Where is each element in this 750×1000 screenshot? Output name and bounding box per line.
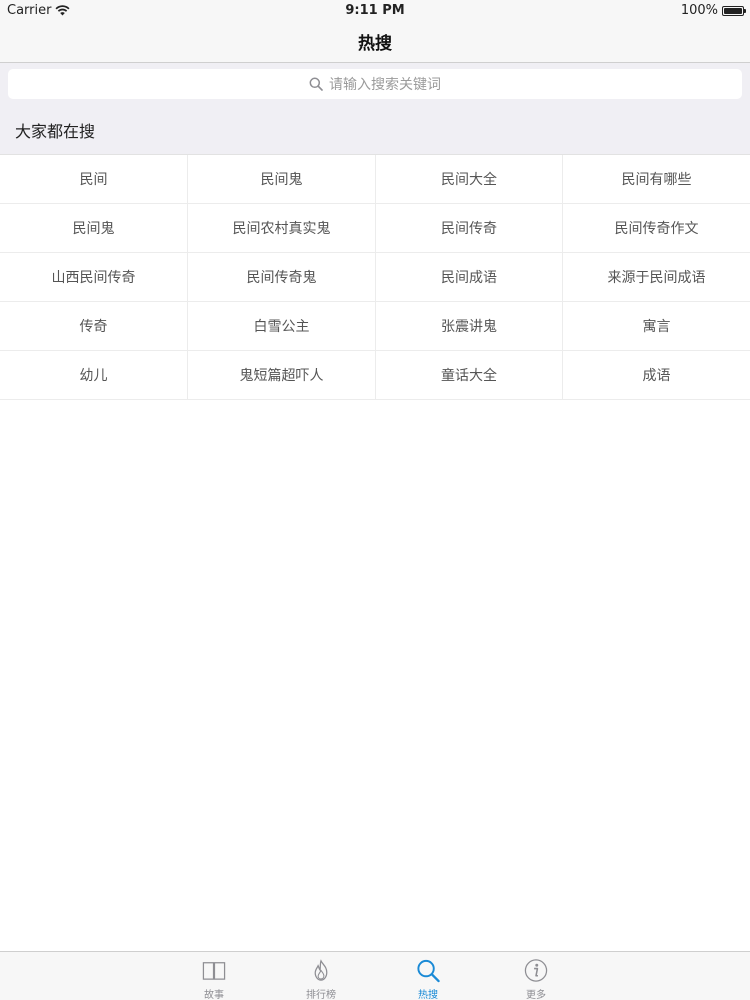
keyword-cell[interactable]: 鬼短篇超吓人 xyxy=(188,351,376,400)
tab-label: 更多 xyxy=(526,990,546,1000)
keyword-cell[interactable]: 张震讲鬼 xyxy=(376,302,563,351)
tab-bar: 故事 排行榜 热搜 更多 xyxy=(0,951,750,1000)
info-icon xyxy=(524,959,548,982)
book-icon xyxy=(202,962,226,980)
keyword-cell[interactable]: 民间传奇鬼 xyxy=(188,253,376,302)
status-bar: Carrier 9:11 PM 100% xyxy=(0,0,750,21)
tab-stories[interactable]: 故事 xyxy=(179,952,249,1000)
keyword-cell[interactable]: 民间 xyxy=(0,155,188,204)
keyword-cell[interactable]: 民间农村真实鬼 xyxy=(188,204,376,253)
status-time: 9:11 PM xyxy=(345,3,405,18)
keyword-cell[interactable]: 成语 xyxy=(563,351,750,400)
flame-icon xyxy=(314,959,328,981)
search-placeholder: 请输入搜索关键词 xyxy=(329,77,441,93)
tab-rankings[interactable]: 排行榜 xyxy=(286,952,356,1000)
keyword-cell[interactable]: 民间鬼 xyxy=(188,155,376,204)
tab-more[interactable]: 更多 xyxy=(501,952,571,1000)
hot-keyword-grid: 民间 民间鬼 民间大全 民间有哪些 民间鬼 民间农村真实鬼 民间传奇 民间传奇作… xyxy=(0,155,750,400)
page-title: 热搜 xyxy=(358,34,392,54)
keyword-cell[interactable]: 寓言 xyxy=(563,302,750,351)
tab-hot-search[interactable]: 热搜 xyxy=(393,952,463,1000)
keyword-cell[interactable]: 民间有哪些 xyxy=(563,155,750,204)
keyword-cell[interactable]: 民间鬼 xyxy=(0,204,188,253)
tab-label: 排行榜 xyxy=(306,990,336,1000)
search-icon xyxy=(417,959,440,983)
keyword-cell[interactable]: 民间传奇作文 xyxy=(563,204,750,253)
keyword-cell[interactable]: 童话大全 xyxy=(376,351,563,400)
search-input[interactable]: 请输入搜索关键词 xyxy=(8,69,742,99)
keyword-cell[interactable]: 民间传奇 xyxy=(376,204,563,253)
keyword-cell[interactable]: 幼儿 xyxy=(0,351,188,400)
section-title: 大家都在搜 xyxy=(15,121,96,141)
section-header: 大家都在搜 xyxy=(0,105,750,155)
keyword-cell[interactable]: 白雪公主 xyxy=(188,302,376,351)
search-icon xyxy=(309,77,323,91)
search-bar: 请输入搜索关键词 xyxy=(0,63,750,105)
battery-indicator: 100% xyxy=(680,3,746,18)
navigation-bar: 热搜 xyxy=(0,21,750,63)
keyword-cell[interactable]: 民间大全 xyxy=(376,155,563,204)
keyword-cell[interactable]: 来源于民间成语 xyxy=(563,253,750,302)
tab-label: 故事 xyxy=(204,990,224,1000)
tab-label: 热搜 xyxy=(418,990,438,1000)
keyword-cell[interactable]: 民间成语 xyxy=(376,253,563,302)
battery-icon xyxy=(722,5,746,16)
keyword-cell[interactable]: 传奇 xyxy=(0,302,188,351)
keyword-cell[interactable]: 山西民间传奇 xyxy=(0,253,188,302)
battery-percent: 100% xyxy=(680,3,718,18)
